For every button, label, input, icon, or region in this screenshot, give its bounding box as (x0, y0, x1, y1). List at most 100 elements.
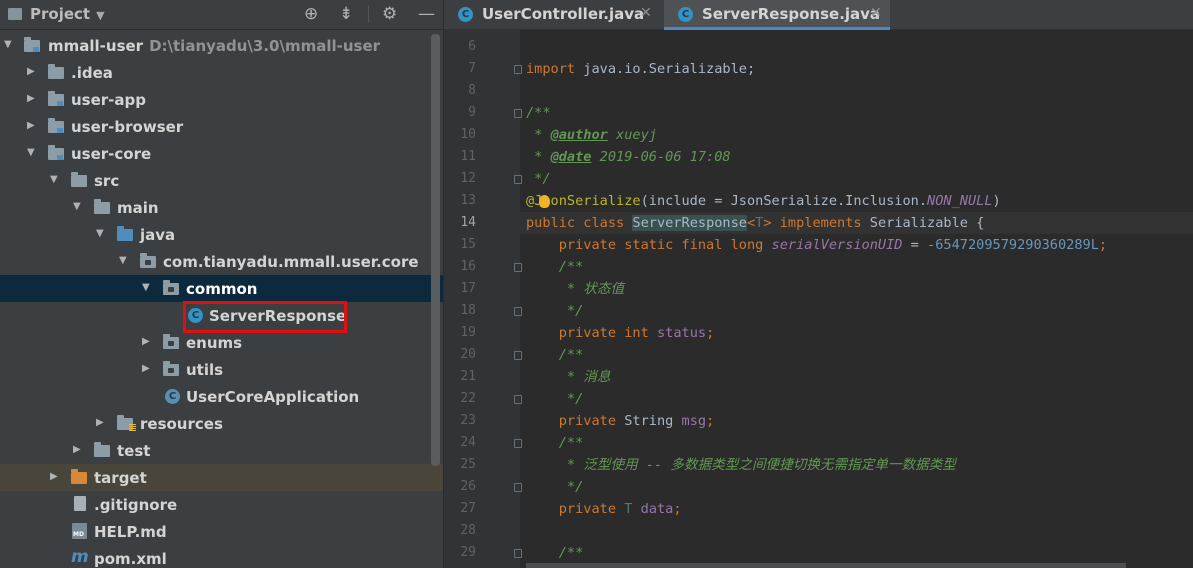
tree-item-user-app[interactable]: ▶ user-app (0, 86, 443, 113)
tree-item-common[interactable]: ▼ common (0, 275, 443, 302)
tree-item-utils[interactable]: ▶ utils (0, 356, 443, 383)
type-param: T (624, 501, 641, 517)
editor-tab-bar: C UserController.java ✕ C ServerResponse… (444, 0, 1193, 30)
fold-marker-icon[interactable] (514, 263, 522, 272)
fold-marker-icon[interactable] (514, 483, 522, 492)
tree-item-help-md[interactable]: HELP.md (0, 518, 443, 545)
doc-comment: xueyj (607, 127, 657, 143)
chevron-down-icon[interactable]: ▼ (96, 228, 104, 239)
fold-marker-icon[interactable] (514, 307, 522, 316)
tree-item-label: test (117, 442, 151, 460)
fold-marker-icon[interactable] (514, 351, 522, 360)
fold-marker-icon[interactable] (514, 439, 522, 448)
module-marker-icon (57, 155, 63, 160)
chevron-right-icon[interactable]: ▶ (27, 66, 35, 77)
tree-item-java[interactable]: ▼ java (0, 221, 443, 248)
tree-item-enums[interactable]: ▶ enums (0, 329, 443, 356)
chevron-down-icon[interactable]: ▼ (27, 147, 35, 158)
chevron-down-icon[interactable]: ▼ (142, 282, 150, 293)
package-icon (163, 280, 179, 295)
line-number: 13 (460, 193, 476, 208)
code-text: Serializable { (861, 215, 985, 231)
tree-item-user-core[interactable]: ▼ user-core (0, 140, 443, 167)
tree-item-user-browser[interactable]: ▶ user-browser (0, 113, 443, 140)
project-panel-header: Project ▼ ⊕ ⇟ ⚙ — (0, 0, 443, 30)
package-icon (163, 361, 179, 376)
keyword: private (526, 413, 625, 429)
chevron-right-icon[interactable]: ▶ (142, 363, 150, 374)
lightbulb-icon[interactable] (539, 195, 550, 208)
fold-marker-icon[interactable] (514, 549, 522, 558)
tab-usercontroller[interactable]: C UserController.java ✕ (444, 0, 662, 29)
tree-item-path: D:\tianyadu\3.0\mmall-user (149, 37, 381, 55)
collapse-all-icon[interactable]: ⇟ (339, 4, 353, 24)
tree-item-gitignore[interactable]: .gitignore (0, 491, 443, 518)
close-icon[interactable]: ✕ (870, 5, 882, 21)
chevron-right-icon[interactable]: ▶ (27, 120, 35, 131)
code-line-22: */ (526, 388, 1193, 410)
chevron-down-icon[interactable]: ▼ (119, 255, 127, 266)
tab-serverresponse[interactable]: C ServerResponse.java ✕ (664, 0, 890, 30)
tree-item-main[interactable]: ▼ main (0, 194, 443, 221)
chevron-down-icon[interactable]: ▼ (50, 174, 58, 185)
project-scrollbar[interactable] (431, 34, 440, 466)
tree-item-resources[interactable]: ▶ resources (0, 410, 443, 437)
fold-marker-icon[interactable] (514, 65, 522, 74)
tree-item-idea[interactable]: ▶ .idea (0, 59, 443, 86)
code-line-12: */ (526, 168, 1193, 190)
tree-item-label: src (94, 172, 120, 190)
code-text: ) (992, 193, 1001, 209)
line-number: 6 (468, 39, 476, 54)
fold-marker-icon[interactable] (514, 109, 522, 118)
chevron-right-icon[interactable]: ▶ (142, 336, 150, 347)
line-number: 15 (460, 237, 476, 252)
class-name: ServerResponse (632, 215, 747, 231)
fold-marker-icon[interactable] (514, 395, 522, 404)
keyword: import (526, 61, 576, 77)
doc-comment: * (526, 127, 551, 143)
package-icon (163, 334, 179, 349)
tree-item-usercoreapplication[interactable]: C UserCoreApplication (0, 383, 443, 410)
fold-marker-icon[interactable] (514, 175, 522, 184)
chevron-right-icon[interactable]: ▶ (50, 471, 58, 482)
chevron-right-icon[interactable]: ▶ (73, 444, 81, 455)
folder-icon (71, 172, 87, 187)
project-view-selector[interactable]: Project ▼ (8, 5, 105, 23)
close-icon[interactable]: ✕ (640, 5, 652, 21)
tree-item-label: java (140, 226, 176, 244)
line-number: 26 (460, 479, 476, 494)
keyword: private int (526, 325, 657, 341)
chevron-down-icon[interactable]: ▼ (4, 39, 12, 50)
line-number: 9 (468, 105, 476, 120)
line-number: 11 (460, 149, 476, 164)
project-panel: Project ▼ ⊕ ⇟ ⚙ — ▼ mmall-user D:\tianyadu… (0, 0, 443, 568)
minimize-icon[interactable]: — (418, 4, 435, 24)
gear-icon[interactable]: ⚙ (382, 4, 397, 24)
tree-item-pom-xml[interactable]: m pom.xml (0, 545, 443, 568)
chevron-right-icon[interactable]: ▶ (96, 417, 104, 428)
tree-item-target[interactable]: ▶ target (0, 464, 443, 491)
tree-item-label: .idea (71, 64, 113, 82)
module-marker-icon (57, 128, 63, 133)
chevron-right-icon[interactable]: ▶ (27, 93, 35, 104)
source-folder-icon (117, 226, 133, 241)
editor-horizontal-scrollbar[interactable] (526, 563, 1126, 568)
resources-marker-icon (129, 424, 136, 432)
code-line-9: /** (526, 102, 1193, 124)
line-number: 16 (460, 259, 476, 274)
tree-item-label: user-core (71, 145, 152, 163)
chevron-down-icon[interactable]: ▼ (73, 201, 81, 212)
crosshair-icon[interactable]: ⊕ (304, 4, 318, 24)
tree-item-label: HELP.md (94, 523, 167, 541)
tree-item-src[interactable]: ▼ src (0, 167, 443, 194)
code-text: = (902, 237, 928, 253)
folder-icon (48, 64, 64, 79)
code-text: > (763, 215, 780, 231)
tree-item-package-root[interactable]: ▼ com.tianyadu.mmall.user.core (0, 248, 443, 275)
tree-item-label: .gitignore (94, 496, 178, 514)
tree-item-test[interactable]: ▶ test (0, 437, 443, 464)
doc-comment: /** (526, 435, 584, 451)
tree-item-mmall-user[interactable]: ▼ mmall-user D:\tianyadu\3.0\mmall-user (0, 32, 443, 59)
code-line-27: private T data; (526, 498, 1193, 520)
